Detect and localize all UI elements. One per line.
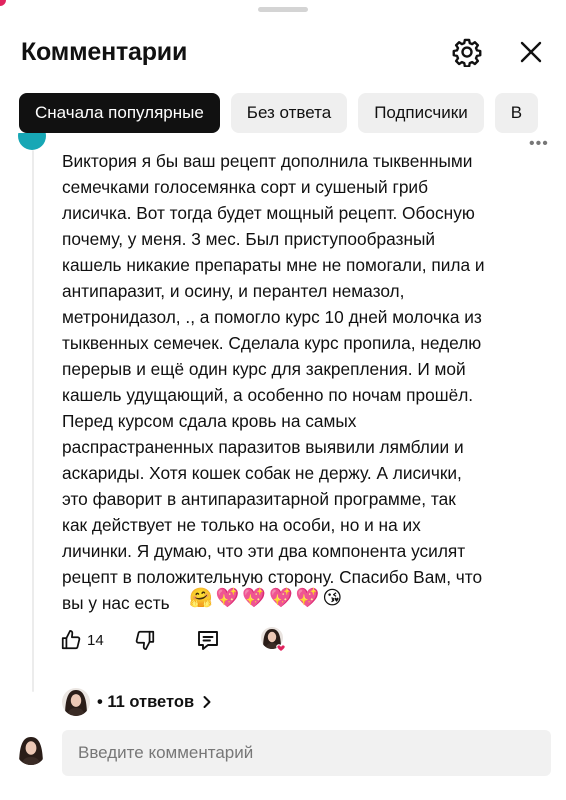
chevron-right-icon bbox=[203, 696, 211, 708]
page-title: Комментарии bbox=[21, 37, 188, 66]
filter-chip-unanswered[interactable]: Без ответа bbox=[230, 93, 348, 133]
close-button[interactable] bbox=[516, 37, 546, 67]
replies-count: • 11 ответов bbox=[97, 692, 195, 711]
filter-chip-more[interactable]: В bbox=[494, 93, 539, 133]
sparkling-heart-emoji: 💖 bbox=[242, 588, 267, 609]
close-icon bbox=[520, 41, 542, 63]
comment-author-avatar[interactable] bbox=[18, 133, 46, 150]
drag-handle[interactable] bbox=[258, 7, 308, 12]
comment-actions: 14 bbox=[60, 626, 288, 654]
like-button[interactable]: 14 bbox=[60, 629, 104, 651]
comment-input[interactable] bbox=[62, 730, 551, 776]
thread-line bbox=[32, 150, 34, 692]
view-replies-link[interactable]: • 11 ответов bbox=[61, 686, 214, 718]
comment-emojis: 🤗 💖 💖 💖 💖 😘 bbox=[189, 586, 342, 612]
sparkling-heart-emoji: 💖 bbox=[215, 588, 240, 609]
thumbs-up-icon bbox=[61, 629, 81, 650]
author-avatar-with-heart-icon bbox=[260, 627, 286, 653]
sparkling-heart-emoji: 💖 bbox=[269, 588, 293, 609]
settings-button[interactable] bbox=[452, 37, 482, 67]
comments-header: Комментарии bbox=[21, 34, 546, 70]
comment-text: Виктория я бы ваш рецепт дополнила тыкве… bbox=[62, 151, 485, 613]
user-avatar-image bbox=[16, 735, 46, 765]
dislike-button[interactable] bbox=[134, 629, 156, 651]
author-reaction[interactable] bbox=[260, 626, 288, 654]
thumbs-down-icon bbox=[135, 630, 154, 651]
filter-bar: Сначала популярные Без ответа Подписчики… bbox=[19, 93, 566, 133]
reply-button[interactable] bbox=[196, 628, 220, 652]
notification-dot bbox=[0, 0, 6, 6]
kiss-emoji: 😘 bbox=[322, 588, 343, 609]
sparkling-heart-emoji: 💖 bbox=[295, 588, 320, 609]
filter-chip-popular[interactable]: Сначала популярные bbox=[19, 93, 220, 133]
gear-icon bbox=[452, 38, 482, 67]
current-user-avatar bbox=[16, 733, 46, 767]
filter-chip-followers[interactable]: Подписчики bbox=[358, 93, 484, 133]
comment-bubble-icon bbox=[197, 631, 218, 650]
reply-author-avatar bbox=[62, 688, 90, 716]
like-count: 14 bbox=[87, 631, 104, 649]
hugging-emoji: 🤗 bbox=[189, 588, 213, 609]
